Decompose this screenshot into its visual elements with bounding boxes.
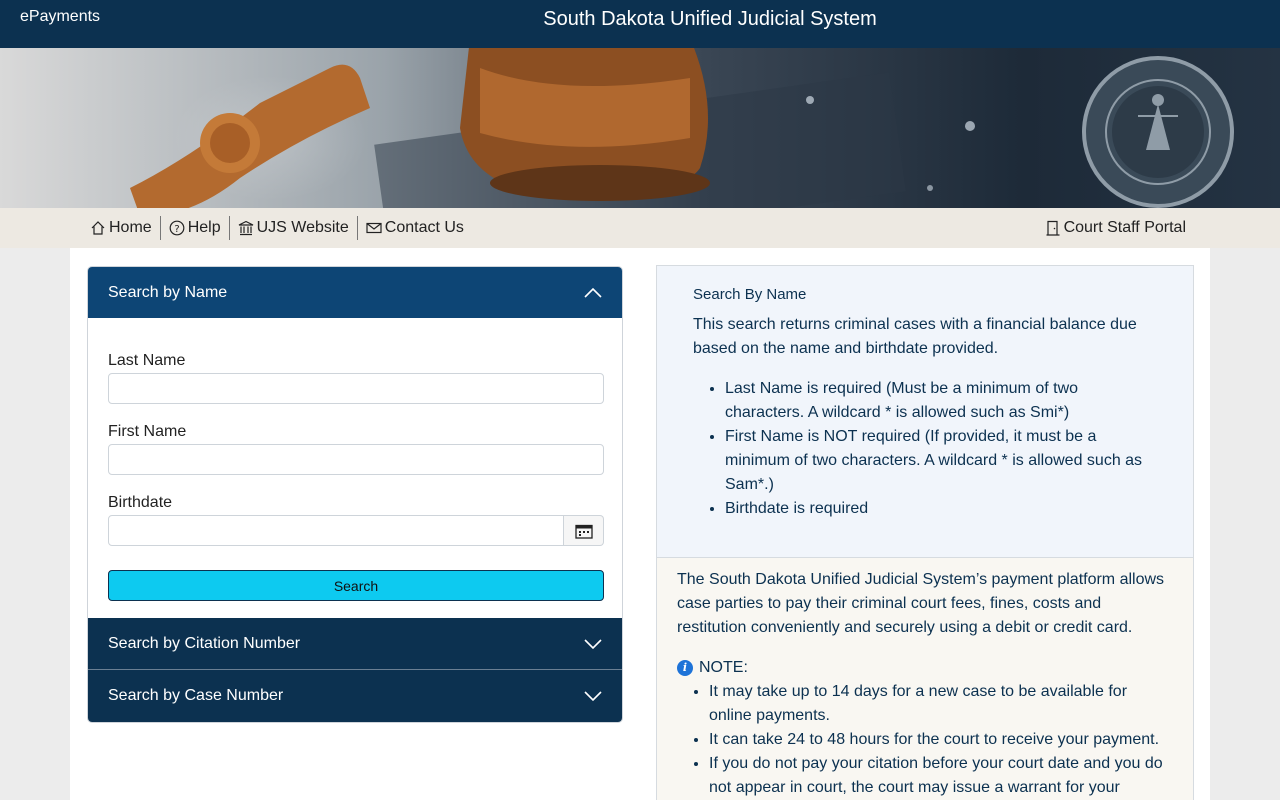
main-content: Search by Name Last Name First Name Birt… bbox=[70, 248, 1210, 800]
list-item: If you do not pay your citation before y… bbox=[709, 752, 1173, 800]
first-name-label: First Name bbox=[108, 423, 187, 440]
calendar-icon bbox=[574, 524, 593, 539]
info-icon: i bbox=[677, 660, 693, 676]
envelope-icon bbox=[366, 222, 382, 234]
court-staff-portal-link[interactable]: Court Staff Portal bbox=[1041, 216, 1190, 240]
top-bar: ePayments South Dakota Unified Judicial … bbox=[0, 0, 1280, 48]
list-item: It can take 24 to 48 hours for the court… bbox=[709, 728, 1173, 752]
nav-ujs-website[interactable]: UJS Website bbox=[234, 216, 353, 240]
nav-home-label: Home bbox=[109, 219, 152, 236]
calendar-button[interactable] bbox=[564, 515, 604, 546]
nav-divider bbox=[228, 216, 230, 240]
court-staff-portal-label: Court Staff Portal bbox=[1063, 219, 1186, 236]
chevron-down-icon bbox=[584, 691, 602, 701]
instructions-description: This search returns criminal cases with … bbox=[693, 316, 1137, 357]
first-name-input[interactable] bbox=[108, 444, 604, 475]
last-name-input[interactable] bbox=[108, 373, 604, 404]
nav-ujs-label: UJS Website bbox=[256, 219, 349, 236]
chevron-down-icon bbox=[584, 638, 602, 649]
list-item: First Name is NOT required (If provided,… bbox=[725, 425, 1157, 497]
search-by-name-header[interactable]: Search by Name bbox=[88, 267, 622, 318]
hero-banner bbox=[0, 48, 1280, 208]
home-icon bbox=[91, 221, 105, 235]
page-title: South Dakota Unified Judicial System bbox=[543, 8, 877, 30]
nav-divider bbox=[159, 216, 161, 240]
notes-list: It may take up to 14 days for a new case… bbox=[677, 680, 1173, 800]
birthdate-input[interactable] bbox=[108, 515, 564, 546]
section-title: Search by Citation Number bbox=[108, 634, 301, 652]
section-title: Search by Name bbox=[108, 283, 228, 301]
help-icon: ? bbox=[169, 220, 185, 236]
list-item: Last Name is required (Must be a minimum… bbox=[725, 377, 1157, 425]
platform-info: The South Dakota Unified Judicial System… bbox=[657, 558, 1193, 800]
supreme-court-seal bbox=[1082, 56, 1234, 208]
search-by-case-header[interactable]: Search by Case Number bbox=[88, 669, 622, 722]
note-heading: i NOTE: bbox=[677, 656, 1173, 680]
list-item: It may take up to 14 days for a new case… bbox=[709, 680, 1173, 728]
search-accordion: Search by Name Last Name First Name Birt… bbox=[87, 266, 623, 723]
bank-icon bbox=[238, 220, 253, 236]
birthdate-label: Birthdate bbox=[108, 494, 173, 511]
nav-help-label: Help bbox=[187, 219, 221, 236]
platform-description: The South Dakota Unified Judicial System… bbox=[677, 571, 1165, 636]
search-by-name-form: Last Name First Name Birthdate Search bbox=[88, 318, 622, 618]
nav-divider bbox=[356, 216, 358, 240]
nav-contact-label: Contact Us bbox=[384, 219, 464, 236]
info-panel: Search By Name This search returns crimi… bbox=[656, 265, 1194, 800]
birthdate-group bbox=[108, 515, 604, 546]
section-title: Search by Case Number bbox=[108, 687, 284, 704]
chevron-up-icon bbox=[584, 287, 602, 298]
instructions-list: Last Name is required (Must be a minimum… bbox=[693, 377, 1157, 521]
last-name-label: Last Name bbox=[108, 352, 186, 369]
instructions-heading: Search By Name bbox=[693, 286, 807, 303]
nav-contact-us[interactable]: Contact Us bbox=[362, 216, 468, 240]
note-label: NOTE: bbox=[699, 659, 748, 676]
svg-text:?: ? bbox=[174, 224, 179, 235]
list-item: Birthdate is required bbox=[725, 497, 1157, 521]
search-by-citation-header[interactable]: Search by Citation Number bbox=[88, 618, 622, 669]
main-nav: Home ? Help UJS Website Contact Us Court… bbox=[0, 208, 1280, 248]
door-icon bbox=[1046, 220, 1060, 236]
nav-home[interactable]: Home bbox=[86, 216, 156, 240]
nav-help[interactable]: ? Help bbox=[165, 216, 225, 240]
search-instructions: Search By Name This search returns crimi… bbox=[657, 266, 1193, 558]
search-button[interactable]: Search bbox=[108, 570, 604, 601]
